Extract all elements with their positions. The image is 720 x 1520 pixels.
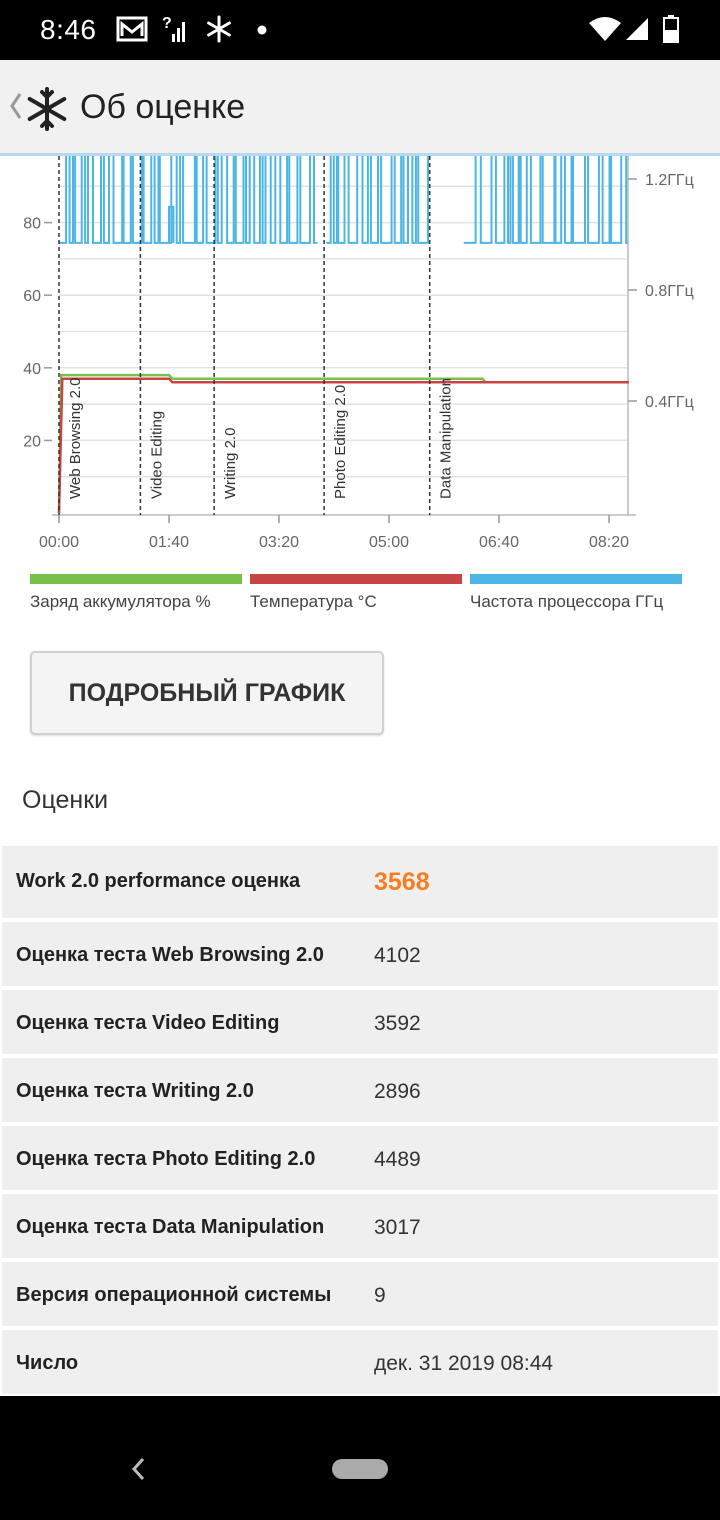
overall-score-value: 3568 bbox=[374, 868, 430, 896]
left-axis-tick-label: 40 bbox=[23, 361, 41, 378]
row-value: 3592 bbox=[374, 1012, 421, 1035]
row-label: Оценка теста Writing 2.0 bbox=[16, 1080, 254, 1102]
legend-item: Заряд аккумулятора % bbox=[30, 574, 242, 612]
signal-icon bbox=[626, 18, 648, 40]
legend-label: Заряд аккумулятора % bbox=[30, 592, 211, 611]
segment-label: Web Browsing 2.0 bbox=[67, 378, 84, 499]
row-label: Оценка теста Video Editing bbox=[16, 1012, 280, 1034]
legend-swatch bbox=[250, 574, 462, 584]
battery-temperature-frequency-chart: 20 40 60 80 0.4ГГц 0.8ГГц 1.2ГГц 00:00 01:40 03:2… bbox=[23, 156, 694, 551]
row-label: Версия операционной системы bbox=[16, 1284, 332, 1306]
content-area[interactable]: 20 40 60 80 0.4ГГц 0.8ГГц 1.2ГГц 00:00 01:40 03:2… bbox=[0, 156, 720, 1396]
right-axis-tick-label: 0.4ГГц bbox=[645, 394, 694, 411]
legend-label: Частота процессора ГГц bbox=[470, 592, 664, 611]
mail-icon bbox=[116, 16, 148, 42]
row-value: 4489 bbox=[374, 1148, 421, 1171]
signal-unknown-icon: ? bbox=[162, 15, 185, 42]
chevron-left-icon[interactable] bbox=[8, 88, 24, 124]
row-label: Work 2.0 performance оценка bbox=[16, 870, 301, 892]
home-pill-icon[interactable] bbox=[332, 1459, 388, 1479]
legend-swatch bbox=[30, 574, 242, 584]
x-axis-tick-label: 03:20 bbox=[259, 534, 299, 551]
segment-label: Video Editing bbox=[148, 411, 165, 499]
segment-label: Data Manipulation bbox=[438, 378, 455, 499]
right-axis-tick-label: 1.2ГГц bbox=[645, 172, 694, 189]
x-axis-tick-label: 00:00 bbox=[39, 534, 79, 551]
scores-table: Work 2.0 performance оценка 3568 Оценка те… bbox=[2, 846, 718, 1396]
page-title: Об оценке bbox=[80, 88, 246, 126]
cpu-frequency-line bbox=[326, 156, 429, 244]
x-axis-tick-label: 06:40 bbox=[479, 534, 519, 551]
row-value: 2896 bbox=[374, 1080, 421, 1103]
table-row: Оценка теста Data Manipulation 3017 bbox=[2, 1194, 718, 1262]
legend-label: Температура °C bbox=[250, 592, 377, 611]
cpu-frequency-line bbox=[463, 156, 628, 244]
dot-icon bbox=[257, 25, 267, 35]
x-axis-tick-label: 01:40 bbox=[149, 534, 189, 551]
status-bar: 8:46 ? bbox=[0, 0, 720, 60]
table-row: Оценка теста Video Editing 3592 bbox=[2, 990, 718, 1058]
row-label: Оценка теста Photo Editing 2.0 bbox=[16, 1148, 316, 1170]
scores-section-title: Оценки bbox=[22, 786, 109, 814]
detailed-chart-button[interactable]: ПОДРОБНЫЙ ГРАФИК bbox=[30, 651, 384, 735]
table-row: Число дек. 31 2019 08:44 bbox=[2, 1330, 718, 1396]
table-row: Work 2.0 performance оценка 3568 bbox=[2, 846, 718, 922]
x-axis-tick-label: 08:20 bbox=[589, 534, 629, 551]
left-axis-tick-label: 20 bbox=[23, 433, 41, 450]
battery-icon bbox=[663, 15, 679, 43]
row-value: 4102 bbox=[374, 944, 421, 967]
left-axis-tick-label: 80 bbox=[23, 216, 41, 233]
table-row: Версия операционной системы 9 bbox=[2, 1262, 718, 1330]
segment-label: Photo Editing 2.0 bbox=[332, 385, 349, 499]
x-axis-tick-label: 05:00 bbox=[369, 534, 409, 551]
legend-item: Температура °C bbox=[250, 574, 462, 612]
row-value: 3017 bbox=[374, 1216, 421, 1239]
row-value: 9 bbox=[374, 1284, 386, 1307]
back-icon[interactable] bbox=[128, 1456, 150, 1482]
right-axis-tick-label: 0.8ГГц bbox=[645, 283, 694, 300]
snowflake-icon bbox=[27, 87, 67, 131]
table-row: Оценка теста Writing 2.0 2896 bbox=[2, 1058, 718, 1126]
row-value: дек. 31 2019 08:44 bbox=[374, 1352, 554, 1375]
navigation-bar bbox=[0, 1396, 720, 1520]
cpu-frequency-line bbox=[59, 156, 318, 244]
snowflake-icon bbox=[207, 15, 231, 43]
table-row: Оценка теста Web Browsing 2.0 4102 bbox=[2, 922, 718, 990]
segment-label: Writing 2.0 bbox=[222, 428, 239, 499]
table-row: Оценка теста Photo Editing 2.0 4489 bbox=[2, 1126, 718, 1194]
app-bar: Об оценке bbox=[0, 60, 720, 156]
legend-item: Частота процессора ГГц bbox=[470, 574, 682, 612]
legend-swatch bbox=[470, 574, 682, 584]
svg-text:?: ? bbox=[162, 15, 172, 32]
status-time: 8:46 bbox=[40, 14, 97, 45]
row-label: Число bbox=[16, 1352, 79, 1374]
row-label: Оценка теста Web Browsing 2.0 bbox=[16, 944, 324, 966]
wifi-icon bbox=[589, 17, 621, 41]
left-axis-tick-label: 60 bbox=[23, 288, 41, 305]
row-label: Оценка теста Data Manipulation bbox=[16, 1216, 325, 1238]
